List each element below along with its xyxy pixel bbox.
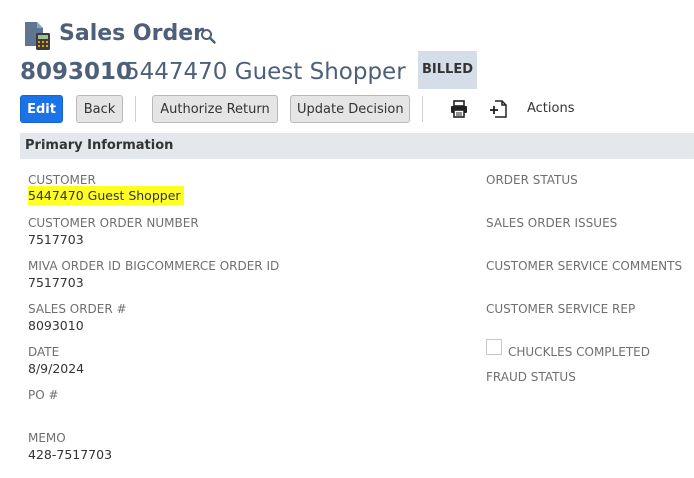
miva-order-id-label: MIVA ORDER ID: [28, 259, 121, 273]
memo-value: 428-7517703: [28, 447, 113, 462]
authorize-return-button[interactable]: Authorize Return: [152, 95, 278, 123]
edit-button[interactable]: Edit: [20, 95, 63, 123]
date-label: DATE: [28, 345, 60, 359]
sales-order-issues-label: SALES ORDER ISSUES: [486, 216, 618, 230]
bigcommerce-order-id-label: BIGCOMMERCE ORDER ID: [125, 259, 280, 273]
actions-menu[interactable]: Actions: [527, 100, 575, 118]
toolbar-divider: [135, 96, 136, 122]
customer-value[interactable]: 5447470 Guest Shopper: [28, 186, 184, 205]
print-icon[interactable]: [449, 99, 469, 119]
sales-order-number-value: 8093010: [28, 318, 84, 333]
memo-label: MEMO: [28, 431, 66, 445]
customer-service-rep-label: CUSTOMER SERVICE REP: [486, 302, 636, 316]
search-icon[interactable]: [200, 28, 216, 44]
chuckles-completed-label: CHUCKLES COMPLETED: [508, 345, 650, 359]
customer-service-comments-label: CUSTOMER SERVICE COMMENTS: [486, 259, 683, 273]
po-number-label: PO #: [28, 388, 59, 402]
date-value: 8/9/2024: [28, 361, 85, 376]
order-status-label: ORDER STATUS: [486, 173, 578, 187]
back-button[interactable]: Back: [76, 95, 123, 123]
record-number: 8093010: [20, 59, 133, 85]
toolbar-divider: [422, 96, 423, 122]
record-name: 5447470 Guest Shopper: [125, 59, 406, 85]
sales-order-number-label: SALES ORDER #: [28, 302, 127, 316]
page-title: Sales Order: [59, 21, 204, 46]
fraud-status-label: FRAUD STATUS: [486, 370, 576, 384]
sales-order-record-icon: [24, 21, 52, 51]
miva-order-id-value: 7517703: [28, 275, 84, 290]
customer-link[interactable]: 5447470 Guest Shopper: [28, 186, 184, 205]
customer-order-number-label: CUSTOMER ORDER NUMBER: [28, 216, 199, 230]
status-badge: BILLED: [418, 51, 477, 89]
customer-order-number-value: 7517703: [28, 232, 84, 247]
chuckles-completed-checkbox[interactable]: [486, 339, 502, 355]
section-header-primary-information[interactable]: Primary Information: [20, 133, 694, 159]
update-decision-button[interactable]: Update Decision: [290, 95, 410, 123]
new-document-icon[interactable]: [489, 99, 509, 119]
